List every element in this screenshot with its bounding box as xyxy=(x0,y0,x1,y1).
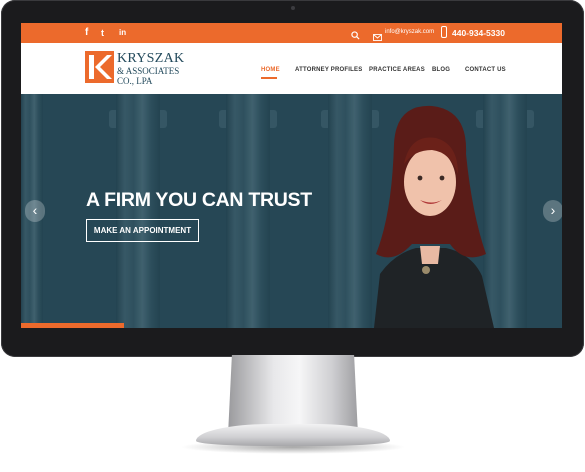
monitor-stand-base xyxy=(196,424,390,446)
attorney-photo xyxy=(374,105,494,328)
monitor-stand-neck xyxy=(228,355,358,435)
linkedin-icon[interactable]: in xyxy=(119,27,126,39)
top-bar: f t in info@kryszak.com 440-934-5330 xyxy=(21,23,562,43)
logo-k-icon[interactable] xyxy=(85,51,114,88)
slider-prev-arrow[interactable]: ‹ xyxy=(25,200,45,222)
website-screen: f t in info@kryszak.com 440-934-5330 KRY… xyxy=(21,23,562,328)
nav-attorney-profiles[interactable]: ATTORNEY PROFILES xyxy=(295,67,362,73)
logo-line-3: CO., LPA xyxy=(117,76,153,86)
email-link[interactable]: info@kryszak.com xyxy=(385,29,434,35)
logo-line-2: & ASSOCIATES xyxy=(117,66,180,76)
nav-contact-us[interactable]: CONTACT US xyxy=(465,67,506,73)
nav-home[interactable]: HOME xyxy=(261,67,280,73)
hero-slider: ‹ › A FIRM YOU CAN TRUST MAKE AN APPOINT… xyxy=(21,94,562,328)
phone-number[interactable]: 440-934-5330 xyxy=(452,28,505,38)
phone-icon xyxy=(441,26,447,38)
nav-blog[interactable]: BLOG xyxy=(432,67,450,73)
make-appointment-button[interactable]: MAKE AN APPOINTMENT xyxy=(86,219,199,242)
site-header: KRYSZAK & ASSOCIATES CO., LPA HOME ATTOR… xyxy=(21,43,562,94)
facebook-icon[interactable]: f xyxy=(85,27,88,39)
camera-dot xyxy=(291,6,295,10)
slider-next-arrow[interactable]: › xyxy=(543,200,562,222)
slider-progress-bar xyxy=(21,323,124,328)
logo-text[interactable]: KRYSZAK & ASSOCIATES CO., LPA xyxy=(117,51,184,86)
twitter-icon[interactable]: t xyxy=(101,27,104,39)
nav-practice-areas[interactable]: PRACTICE AREAS xyxy=(369,67,425,73)
hero-title: A FIRM YOU CAN TRUST xyxy=(86,189,312,211)
nav-active-underline xyxy=(261,77,277,79)
logo-line-1: KRYSZAK xyxy=(117,51,185,66)
